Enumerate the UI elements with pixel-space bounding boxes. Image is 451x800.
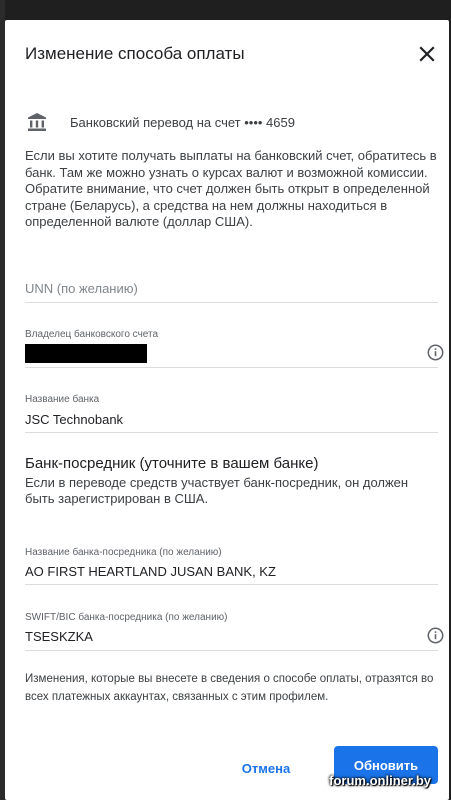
account-owner-field[interactable]: Владелец банковского счета: [25, 326, 444, 368]
close-icon[interactable]: [417, 44, 437, 64]
payout-info-text: Если вы хотите получать выплаты на банко…: [25, 148, 437, 229]
bank-account-label: Банковский перевод на счет •••• 4659: [70, 114, 295, 130]
footer-note: Изменения, которые вы внесете в сведения…: [25, 673, 434, 703]
intermediary-section-title: Банк-посредник (уточните в вашем банке): [25, 455, 319, 472]
intermediary-swift-field[interactable]: SWIFT/BIC банка-посредника (по желанию) …: [25, 609, 444, 651]
intermediary-bank-name-value: AO FIRST HEARTLAND JUSAN BANK, KZ: [25, 564, 276, 579]
account-owner-label: Владелец банковского счета: [25, 329, 159, 340]
unn-placeholder: UNN (по желанию): [25, 281, 138, 296]
intermediary-bank-name-label: Название банка-посредника (по желанию): [25, 547, 222, 558]
info-icon[interactable]: [427, 344, 444, 361]
bank-name-field[interactable]: Название банка JSC Technobank: [25, 392, 438, 433]
watermark: forum.onliner.by: [329, 773, 431, 788]
dialog-title: Изменение способа оплаты: [25, 44, 245, 63]
intermediary-bank-name-field[interactable]: Название банка-посредника (по желанию) A…: [25, 544, 438, 585]
unn-field[interactable]: UNN (по желанию): [25, 272, 438, 303]
bank-account-row: Банковский перевод на счет •••• 4659: [26, 111, 295, 133]
bank-name-value: JSC Technobank: [25, 412, 124, 427]
account-owner-redacted-value: [25, 344, 147, 363]
bank-name-label: Название банка: [25, 394, 100, 405]
intermediary-swift-value: TSESKZKA: [25, 629, 93, 644]
info-icon[interactable]: [427, 627, 444, 644]
intermediary-section-text: Если в переводе средств участвует банк-п…: [25, 475, 409, 506]
bank-icon: [26, 111, 48, 133]
cancel-button[interactable]: Отмена: [233, 753, 299, 783]
payment-method-dialog: Изменение способа оплаты Банковский пере…: [5, 20, 449, 800]
intermediary-swift-label: SWIFT/BIC банка-посредника (по желанию): [25, 612, 228, 623]
